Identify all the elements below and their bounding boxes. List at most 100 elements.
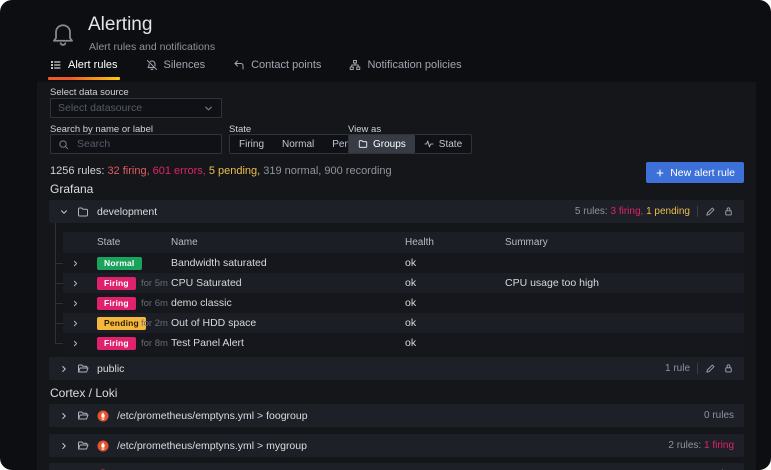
group-rule-count: 0 rules bbox=[704, 410, 734, 421]
corner-arrow-icon bbox=[233, 59, 245, 71]
active-tab-underline bbox=[48, 77, 120, 80]
for-duration: for 8m bbox=[141, 338, 171, 349]
chevron-right-icon[interactable] bbox=[59, 441, 69, 451]
for-duration: for 5m bbox=[141, 278, 171, 289]
tab-notification-policies[interactable]: Notification policies bbox=[347, 55, 463, 80]
group-row-mygroup[interactable]: /etc/prometheus/emptyns.yml > mygroup 2 … bbox=[49, 434, 744, 457]
search-input[interactable] bbox=[75, 137, 214, 151]
divider bbox=[697, 206, 698, 217]
chevron-right-icon[interactable] bbox=[71, 339, 80, 348]
datasource-select[interactable]: Select datasource bbox=[50, 98, 222, 118]
for-duration: for 2m bbox=[141, 318, 171, 329]
group-meta: 1 rule bbox=[665, 363, 734, 374]
for-duration: for 6m bbox=[141, 298, 171, 309]
alert-rules-panel: Select data source Select datasource Sea… bbox=[37, 82, 756, 470]
pulse-icon bbox=[424, 139, 434, 149]
rules-errors: 601 errors, bbox=[153, 165, 206, 177]
group-meta: 0 rules bbox=[704, 410, 734, 421]
view-as-groups[interactable]: Groups bbox=[349, 135, 415, 153]
pencil-icon bbox=[705, 206, 716, 217]
chevron-right-icon[interactable] bbox=[59, 364, 69, 374]
rule-name: CPU Saturated bbox=[171, 277, 405, 289]
table-row[interactable]: Firing for 6m demo classic ok bbox=[63, 293, 744, 313]
group-name: development bbox=[97, 206, 157, 218]
status-badge: Firing bbox=[97, 337, 136, 350]
new-alert-rule-label: New alert rule bbox=[670, 167, 735, 179]
lock-button[interactable] bbox=[723, 363, 734, 374]
state-filter-normal-label: Normal bbox=[282, 139, 314, 150]
group-row-development[interactable]: development 5 rules: 3 firing, 1 pending bbox=[49, 200, 744, 223]
datasource-label: Select data source bbox=[50, 87, 129, 98]
folder-open-icon bbox=[77, 410, 89, 422]
tree-guide bbox=[55, 283, 63, 284]
prometheus-icon bbox=[97, 410, 109, 422]
table-row[interactable]: Normal Bandwidth saturated ok bbox=[63, 253, 744, 273]
chevron-down-icon[interactable] bbox=[59, 207, 69, 217]
new-alert-rule-button[interactable]: New alert rule bbox=[646, 162, 744, 183]
view-as-state[interactable]: State bbox=[415, 135, 471, 153]
view-as-state-label: State bbox=[439, 139, 462, 150]
table-row[interactable]: Firing for 5m CPU Saturated ok CPU usage… bbox=[63, 273, 744, 293]
lock-icon bbox=[723, 206, 734, 217]
edit-group-button[interactable] bbox=[705, 206, 716, 217]
datasource-placeholder: Select datasource bbox=[58, 102, 197, 114]
bell-slash-icon bbox=[146, 59, 158, 71]
group-rule-count: 2 rules: 1 firing bbox=[668, 440, 734, 451]
search-box bbox=[50, 134, 222, 154]
folder-icon bbox=[358, 139, 368, 149]
view-as-groups-label: Groups bbox=[373, 139, 406, 150]
prometheus-icon bbox=[97, 440, 109, 452]
state-filter-normal[interactable]: Normal bbox=[273, 135, 323, 153]
group-row-public[interactable]: public 1 rule bbox=[49, 357, 744, 380]
table-row[interactable]: Pending for 2m Out of HDD space ok bbox=[63, 313, 744, 333]
state-filter-firing[interactable]: Firing bbox=[230, 135, 273, 153]
status-badge: Firing bbox=[97, 277, 136, 290]
tree-guide bbox=[55, 343, 63, 344]
folder-icon bbox=[77, 206, 89, 218]
chevron-right-icon[interactable] bbox=[71, 279, 80, 288]
rule-health: ok bbox=[405, 337, 505, 349]
chevron-down-icon bbox=[203, 103, 214, 114]
list-icon bbox=[50, 59, 62, 71]
plus-icon bbox=[655, 168, 665, 178]
rule-summary: CPU usage too high bbox=[505, 277, 736, 289]
rule-name: demo classic bbox=[171, 297, 405, 309]
tab-alert-rules[interactable]: Alert rules bbox=[48, 55, 120, 80]
rule-health: ok bbox=[405, 257, 505, 269]
rules-total: 1256 rules: bbox=[50, 165, 104, 177]
tree-guide bbox=[55, 323, 63, 324]
tab-contact-points[interactable]: Contact points bbox=[231, 55, 323, 80]
group-row-partial[interactable]: /etc/prometheus/rules.yml > foogroup 0 r… bbox=[49, 463, 744, 470]
rule-name: Out of HDD space bbox=[171, 317, 405, 329]
chevron-right-icon[interactable] bbox=[71, 259, 80, 268]
tab-label: Alert rules bbox=[68, 59, 118, 71]
state-filter-firing-label: Firing bbox=[239, 139, 264, 150]
group-row-foogroup[interactable]: /etc/prometheus/emptyns.yml > foogroup 0… bbox=[49, 404, 744, 427]
group-name: /etc/prometheus/emptyns.yml > foogroup bbox=[117, 410, 308, 422]
lock-button[interactable] bbox=[723, 206, 734, 217]
group-meta: 2 rules: 1 firing bbox=[668, 440, 734, 451]
tab-silences[interactable]: Silences bbox=[144, 55, 208, 80]
edit-group-button[interactable] bbox=[705, 363, 716, 374]
chevron-right-icon[interactable] bbox=[59, 411, 69, 421]
rule-health: ok bbox=[405, 277, 505, 289]
chevron-right-icon[interactable] bbox=[71, 319, 80, 328]
rules-table: State Name Health Summary Normal Bandwid… bbox=[63, 232, 744, 353]
pencil-icon bbox=[705, 363, 716, 374]
status-badge: Normal bbox=[97, 257, 142, 270]
rule-name: Test Panel Alert bbox=[171, 337, 405, 349]
rules-pending: 5 pending, bbox=[209, 165, 260, 177]
folder-open-icon bbox=[77, 363, 89, 375]
tree-guide bbox=[55, 263, 63, 264]
col-state: State bbox=[97, 237, 171, 248]
rules-normal-recording: 319 normal, 900 recording bbox=[263, 165, 391, 177]
lock-icon bbox=[723, 363, 734, 374]
status-badge: Firing bbox=[97, 297, 136, 310]
chevron-right-icon[interactable] bbox=[71, 299, 80, 308]
group-rule-count: 5 rules: 3 firing, 1 pending bbox=[575, 206, 690, 217]
group-rule-count: 1 rule bbox=[665, 363, 690, 374]
table-header: State Name Health Summary bbox=[63, 232, 744, 253]
table-row[interactable]: Firing for 8m Test Panel Alert ok bbox=[63, 333, 744, 353]
page-subtitle: Alert rules and notifications bbox=[89, 41, 215, 53]
section-title-grafana: Grafana bbox=[50, 182, 93, 196]
